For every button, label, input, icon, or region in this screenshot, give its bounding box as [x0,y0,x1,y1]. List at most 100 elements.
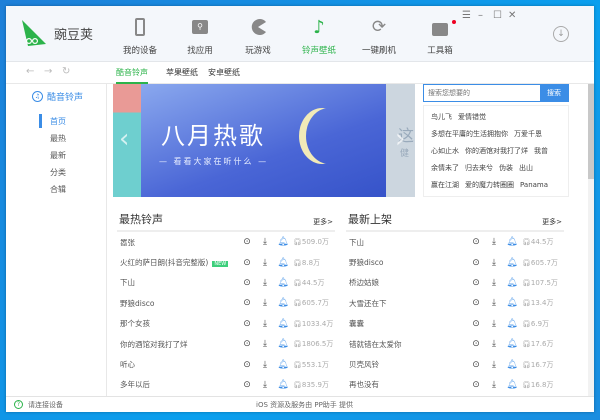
forward-arrow-icon[interactable]: → [44,66,52,77]
scrollbar-thumb[interactable] [588,84,594,179]
ringtone-title[interactable]: 错就错在太爱你 [349,340,402,349]
download-icon[interactable]: ⤓ [259,278,271,288]
maximize-button[interactable]: ☐ [493,10,502,21]
download-icon[interactable]: ⤓ [488,298,500,308]
download-icon[interactable]: ⤓ [488,339,500,349]
ringtone-title[interactable]: 多年以后 [120,380,150,389]
tag-link[interactable]: 多想在平庸的生活拥抱你 [431,130,508,138]
ringtone-row[interactable]: 贝壳风铃 ⊙ ⤓ 🔔︎ 🎧︎16.7万 [346,354,564,374]
ringtone-name[interactable]: 下山 [349,237,464,248]
play-icon[interactable]: ⊙ [470,339,482,349]
tag-link[interactable]: 出山 [519,164,533,172]
close-button[interactable]: ✕ [508,10,516,21]
bell-icon[interactable]: 🔔︎ [277,380,289,390]
download-icon[interactable]: ⤓ [488,319,500,329]
nav-my-device[interactable]: 我的设备 [110,16,170,56]
tag-link[interactable]: 伪装 [499,164,513,172]
play-icon[interactable]: ⊙ [241,380,253,390]
ringtone-title[interactable]: 那个女孩 [120,319,150,328]
ringtone-name[interactable]: 贝壳风铃 [349,359,464,370]
tag-link[interactable]: 我曾 [534,147,548,155]
sidebar-item-newest[interactable]: 最新 [50,150,66,161]
play-icon[interactable]: ⊙ [470,298,482,308]
tab-apple-wallpapers[interactable]: 苹果壁纸 [166,67,198,78]
ringtone-row[interactable]: 那个女孩 ⊙ ⤓ 🔔︎ 🎧︎1033.4万 [117,314,335,334]
tag-link[interactable]: 归去来兮 [465,164,493,172]
tag-link[interactable]: 鸟儿飞 [431,113,452,121]
tab-cool-ringtones[interactable]: 酷音铃声 [116,67,148,84]
ringtone-title[interactable]: 野狼disco [349,258,383,267]
download-icon[interactable]: ⤓ [259,258,271,268]
download-icon[interactable]: ⤓ [488,237,500,247]
ringtone-title[interactable]: 下山 [349,238,364,247]
ringtone-row[interactable]: 错就错在太爱你 ⊙ ⤓ 🔔︎ 🎧︎17.6万 [346,334,564,354]
bell-icon[interactable]: 🔔︎ [277,237,289,247]
bell-icon[interactable]: 🔔︎ [277,298,289,308]
ringtone-row[interactable]: 大雪还在下 ⊙ ⤓ 🔔︎ 🎧︎13.4万 [346,293,564,313]
bell-icon[interactable]: 🔔︎ [277,278,289,288]
ringtone-title[interactable]: 囊囊 [349,319,364,328]
help-icon[interactable]: ? [14,400,23,409]
tag-link[interactable]: 万爱千恩 [514,130,542,138]
tag-link[interactable]: 爱的魔力转圈圈 [465,181,514,189]
ringtone-name[interactable]: 桥边姑娘 [349,277,464,288]
scrollbar[interactable] [588,84,594,396]
tag-link[interactable]: Panama [520,181,548,189]
ringtone-name[interactable]: 错就错在太爱你 [349,339,464,350]
ringtone-title[interactable]: 下山 [120,278,135,287]
sidebar-item-collection[interactable]: 合辑 [50,184,66,195]
ringtone-name[interactable]: 囊囊 [349,318,464,329]
download-icon[interactable]: ⤓ [259,360,271,370]
tag-link[interactable]: 赢在江湖 [431,181,459,189]
play-icon[interactable]: ⊙ [241,319,253,329]
logo[interactable]: 豌豆荚 [20,18,93,48]
play-icon[interactable]: ⊙ [470,258,482,268]
play-icon[interactable]: ⊙ [470,278,482,288]
banner-slide[interactable]: 八月热歌 — 看看大家在听什么 — [141,84,386,197]
ringtone-row[interactable]: 野狼disco ⊙ ⤓ 🔔︎ 🎧︎605.7万 [346,252,564,272]
more-link[interactable]: 更多> [542,217,562,227]
ringtone-title[interactable]: 你的酒馆对我打了烊 [120,340,188,349]
ringtone-row[interactable]: 囊囊 ⊙ ⤓ 🔔︎ 🎧︎6.9万 [346,314,564,334]
ringtone-name[interactable]: 你的酒馆对我打了烊 [120,339,235,350]
ringtone-title[interactable]: 贝壳风铃 [349,360,379,369]
ringtone-title[interactable]: 再也没有 [349,380,379,389]
bell-icon[interactable]: 🔔︎ [506,339,518,349]
tag-link[interactable]: 爱情错觉 [458,113,486,121]
ringtone-title[interactable]: 嚣张 [120,238,135,247]
download-icon[interactable]: ⤓ [488,360,500,370]
bell-icon[interactable]: 🔔︎ [506,380,518,390]
nav-games[interactable]: 玩游戏 [228,16,288,56]
download-icon[interactable]: ⤓ [259,339,271,349]
tag-link[interactable]: 你的酒馆对我打了烊 [465,147,528,155]
bell-icon[interactable]: 🔔︎ [277,319,289,329]
ringtone-name[interactable]: 野狼disco [120,298,235,309]
bell-icon[interactable]: 🔔︎ [506,298,518,308]
search-input[interactable] [424,85,540,101]
download-icon[interactable]: ⤓ [259,298,271,308]
play-icon[interactable]: ⊙ [241,360,253,370]
nav-toolbox[interactable]: 工具箱 [410,16,470,56]
ringtone-title[interactable]: 火红的萨日朗(抖音完整版) [120,258,208,267]
ringtone-name[interactable]: 听心 [120,359,235,370]
ringtone-row[interactable]: 野狼disco ⊙ ⤓ 🔔︎ 🎧︎605.7万 [117,293,335,313]
download-icon[interactable]: ⤓ [259,380,271,390]
chevron-left-icon[interactable]: ‹ [119,124,129,154]
bell-icon[interactable]: 🔔︎ [277,258,289,268]
play-icon[interactable]: ⊙ [470,237,482,247]
download-icon[interactable]: ⤓ [488,380,500,390]
ringtone-row[interactable]: 你的酒馆对我打了烊 ⊙ ⤓ 🔔︎ 🎧︎1806.5万 [117,334,335,354]
ringtone-title[interactable]: 大雪还在下 [349,299,387,308]
play-icon[interactable]: ⊙ [241,258,253,268]
download-manager-icon[interactable]: ↓ [553,26,569,42]
search-button[interactable]: 搜索 [540,85,568,101]
nav-flash[interactable]: ⟳ 一键刷机 [349,16,409,56]
tab-android-wallpapers[interactable]: 安卓壁纸 [208,67,240,78]
ringtone-name[interactable]: 多年以后 [120,379,235,390]
ringtone-row[interactable]: 听心 ⊙ ⤓ 🔔︎ 🎧︎553.1万 [117,354,335,374]
ringtone-name[interactable]: 野狼disco [349,257,464,268]
ringtone-title[interactable]: 野狼disco [120,299,154,308]
bell-icon[interactable]: 🔔︎ [506,237,518,247]
ringtone-name[interactable]: 下山 [120,277,235,288]
bell-icon[interactable]: 🔔︎ [277,339,289,349]
